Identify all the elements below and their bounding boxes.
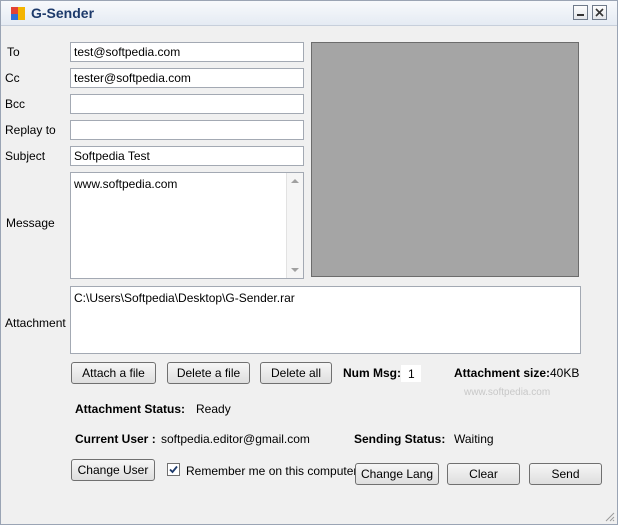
scroll-up-icon[interactable] [291, 179, 299, 183]
cc-field[interactable]: tester@softpedia.com [70, 68, 304, 88]
minimize-button[interactable] [573, 5, 588, 20]
subject-label: Subject [5, 149, 46, 163]
scroll-down-icon[interactable] [291, 268, 299, 272]
change-lang-button[interactable]: Change Lang [355, 463, 439, 485]
message-field[interactable]: www.softpedia.com [70, 172, 304, 279]
reply-to-field[interactable] [70, 120, 304, 140]
current-user-label: Current User : [75, 432, 156, 446]
attachment-path: C:\Users\Softpedia\Desktop\G-Sender.rar [74, 291, 295, 305]
remember-checkbox[interactable] [167, 463, 180, 476]
to-label: To [7, 45, 20, 59]
preview-panel [311, 42, 579, 277]
subject-field[interactable]: Softpedia Test [70, 146, 304, 166]
message-label: Message [6, 216, 55, 230]
title-bar: G-Sender [1, 1, 617, 26]
g-sender-window: G-Sender To Cc Bcc Replay to Subject Mes… [0, 0, 618, 525]
current-user-value: softpedia.editor@gmail.com [161, 432, 310, 446]
attachment-field[interactable]: C:\Users\Softpedia\Desktop\G-Sender.rar [70, 286, 581, 354]
bcc-label: Bcc [5, 97, 26, 111]
close-button[interactable] [592, 5, 607, 20]
delete-file-button[interactable]: Delete a file [167, 362, 250, 384]
send-button[interactable]: Send [529, 463, 602, 485]
attachment-size-value: 40KB [550, 366, 580, 380]
attach-file-button[interactable]: Attach a file [71, 362, 156, 384]
reply-to-label: Replay to [5, 123, 56, 137]
remember-label[interactable]: Remember me on this computer. [186, 464, 360, 478]
num-msg-label: Num Msg: [343, 366, 401, 380]
delete-all-button[interactable]: Delete all [260, 362, 332, 384]
cc-label: Cc [5, 71, 20, 85]
attachment-size-label: Attachment size: [454, 366, 551, 380]
watermark: www.softpedia.com [464, 387, 551, 398]
change-user-button[interactable]: Change User [71, 459, 155, 481]
sending-status-value: Waiting [454, 432, 494, 446]
message-scrollbar[interactable] [286, 173, 303, 278]
window-title: G-Sender [31, 5, 95, 21]
message-text: www.softpedia.com [74, 177, 178, 191]
bcc-field[interactable] [70, 94, 304, 114]
sending-status-label: Sending Status: [354, 432, 446, 446]
attachment-status-value: Ready [196, 402, 231, 416]
attachment-label: Attachment [5, 316, 66, 330]
check-icon [169, 465, 178, 474]
to-field[interactable]: test@softpedia.com [70, 42, 304, 62]
clear-button[interactable]: Clear [447, 463, 520, 485]
close-icon [595, 8, 604, 17]
minimize-icon [577, 14, 584, 16]
app-icon [10, 6, 26, 21]
attachment-status-label: Attachment Status: [75, 402, 186, 416]
resize-grip-icon[interactable] [603, 510, 615, 522]
num-msg-value: 1 [401, 365, 421, 382]
